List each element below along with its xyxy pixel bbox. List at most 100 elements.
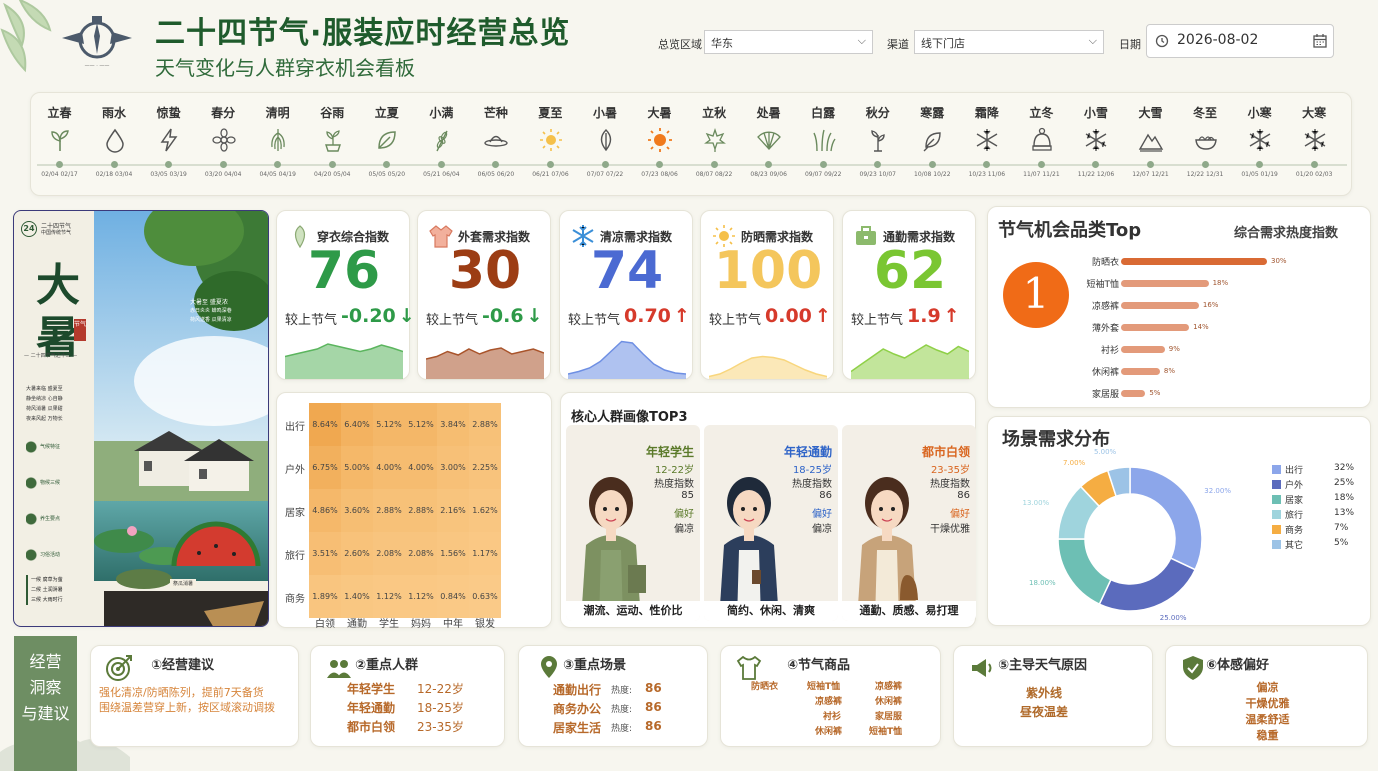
persona-card-1[interactable]: 年轻通勤 18-25岁 热度指数 86 偏好 偏凉 简约、休闲、清爽	[704, 425, 838, 621]
timeline-dot	[928, 161, 936, 168]
solar-term-20[interactable]: 大雪 12/07 12/21	[1124, 93, 1177, 197]
index-card-4[interactable]: 通勤需求指数 62 较上节气 1.9 ↑	[842, 210, 976, 380]
persona-card-2[interactable]: 都市白领 23-35岁 热度指数 86 偏好 干燥优雅 通勤、质感、易打理	[842, 425, 976, 621]
solar-term-14[interactable]: 白露 09/07 09/22	[797, 93, 850, 197]
arrow-down-icon: ↓	[398, 305, 415, 327]
donut-label: 5.00%	[1094, 448, 1117, 456]
solar-term-13[interactable]: 处暑 08/23 09/06	[742, 93, 795, 197]
persona-tags: 潮流、运动、性价比	[566, 601, 700, 621]
crowd-name: 年轻学生	[347, 682, 396, 696]
solar-term-19[interactable]: 小雪 11/22 12/06	[1069, 93, 1122, 197]
timeline-dot	[710, 161, 718, 168]
date-picker[interactable]: 2026-08-02	[1146, 24, 1334, 58]
poster-notes: 大暑来临 盛夏至 静坐纳凉 心自静 荷风消暑 瓜果甜 夜来风起 万物长	[26, 384, 88, 424]
raindrop-icon	[102, 127, 128, 153]
heatmap-row-label: 户外	[285, 465, 305, 476]
solar-term-21[interactable]: 冬至 12/22 12/31	[1179, 93, 1232, 197]
index-card-0[interactable]: 穿衣综合指数 76 较上节气 -0.20 ↓	[276, 210, 415, 380]
bar-6[interactable]	[1121, 390, 1146, 397]
bar-5[interactable]	[1121, 368, 1160, 375]
bar-1[interactable]	[1121, 280, 1209, 287]
poster-notes-line: 荷风消暑 瓜果甜	[26, 406, 63, 412]
term-name: 白露	[811, 106, 836, 120]
solar-term-6[interactable]: 立夏 05/05 05/20	[360, 93, 413, 197]
bar-category: 薄外套	[1091, 324, 1119, 334]
solar-term-11[interactable]: 大暑 07/23 08/06	[633, 93, 686, 197]
heatmap-row-label: 居家	[285, 508, 305, 519]
dumpling-bowl-icon	[1193, 127, 1219, 153]
persona-pref-value: 干燥优雅	[930, 524, 970, 535]
bar-3[interactable]	[1121, 324, 1190, 331]
index-value: 100	[713, 241, 823, 301]
solar-term-12[interactable]: 立秋 08/07 08/22	[688, 93, 741, 197]
bar-2[interactable]	[1121, 302, 1199, 309]
solar-term-2[interactable]: 惊蛰 03/05 03/19	[142, 93, 195, 197]
solar-term-22[interactable]: 小寒 01/05 01/19	[1233, 93, 1286, 197]
side-line-1: 经营	[29, 652, 62, 671]
legend-value: 25%	[1334, 478, 1355, 488]
legend-label: 旅行	[1285, 511, 1304, 521]
term-name: 立冬	[1029, 106, 1054, 120]
weather-line-2: 昼夜温差	[1020, 705, 1069, 719]
donut-slice-2[interactable]	[1057, 538, 1112, 606]
solar-term-3[interactable]: 春分 03/20 04/04	[197, 93, 250, 197]
region-select[interactable]: 华东 ⌵	[704, 30, 873, 54]
heatmap-cell: 6.40%	[341, 403, 373, 446]
solar-term-16[interactable]: 寒露 10/08 10/22	[906, 93, 959, 197]
solar-term-7[interactable]: 小满 05/21 06/04	[415, 93, 468, 197]
solar-term-5[interactable]: 谷雨 04/20 05/04	[306, 93, 359, 197]
legend-item: 旅行	[1272, 508, 1303, 521]
timeline-dot	[1037, 161, 1045, 168]
solar-term-17[interactable]: 霜降 10/23 11/06	[960, 93, 1013, 197]
solar-term-23[interactable]: 大寒 01/20 02/03	[1288, 93, 1341, 197]
snowflake-icon	[1083, 127, 1109, 153]
solar-term-10[interactable]: 小暑 07/07 07/22	[579, 93, 632, 197]
solar-term-15[interactable]: 秋分 09/23 10/07	[851, 93, 904, 197]
term-name: 芒种	[483, 106, 508, 120]
goods-item: 休闲裤	[815, 727, 843, 737]
crowd-name: 都市白领	[347, 720, 396, 734]
index-card-1[interactable]: 外套需求指数 30 较上节气 -0.6 ↓	[417, 210, 551, 380]
bar-0[interactable]	[1121, 258, 1267, 265]
index-card-3[interactable]: 防晒需求指数 100 较上节气 0.00 ↑	[700, 210, 834, 380]
solar-term-4[interactable]: 清明 04/05 04/19	[251, 93, 304, 197]
solar-term-1[interactable]: 雨水 02/18 03/04	[88, 93, 141, 197]
bar-4[interactable]	[1121, 346, 1165, 353]
persona-title: 核心人群画像TOP3	[571, 410, 688, 425]
compare-label: 较上节气	[851, 313, 904, 328]
feel-line: 偏凉	[1256, 681, 1279, 694]
term-dates: 10/23 11/06	[968, 171, 1006, 178]
channel-value: 线下门店	[921, 37, 965, 50]
poster-seal: 节气	[74, 319, 86, 341]
persona-pref-label: 偏好	[812, 509, 832, 520]
bar-value-label: 30%	[1271, 257, 1287, 265]
heatmap-cell: 0.63%	[469, 575, 501, 618]
bar-category: 家居服	[1091, 390, 1119, 400]
legend-item: 居家	[1272, 493, 1303, 506]
donut-slice-0[interactable]	[1129, 466, 1203, 571]
channel-select[interactable]: 线下门店 ⌵	[914, 30, 1104, 54]
solar-terms-strip: 立春 02/04 02/17 雨水 02/18 03/04 惊蛰 03/05 03/19 春…	[30, 92, 1352, 196]
arrow-up-icon: ↑	[943, 305, 960, 327]
advice-line-1: 强化清凉/防晒陈列，提前7天备货	[99, 686, 264, 699]
compare-label: 较上节气	[568, 313, 621, 328]
advice-line-2: 围绕温差营穿上新，按区域滚动调拨	[99, 701, 275, 714]
bar-value-label: 18%	[1212, 279, 1229, 287]
goods-item: 短袖T恤	[807, 682, 841, 692]
index-value: 74	[590, 241, 664, 301]
scene-donut-chart: 32.00% 25.00% 18.00% 13.00% 7.00% 5.00%	[1022, 448, 1231, 622]
persona-card-0[interactable]: 年轻学生 12-22岁 热度指数 85 偏好 偏凉 潮流、运动、性价比	[566, 425, 700, 621]
term-name: 夏至	[538, 106, 563, 120]
arrow-down-icon: ↓	[526, 305, 543, 327]
poster-desc-3: 荷风送香 瓜果清凉	[190, 317, 232, 323]
index-card-2[interactable]: 清凉需求指数 74 较上节气 0.70 ↑	[559, 210, 693, 380]
index-change: 0.70 ↑	[624, 305, 690, 327]
donut-slice-1[interactable]	[1098, 557, 1197, 612]
timeline-dot	[819, 161, 827, 168]
solar-term-0[interactable]: 立春 02/04 02/17	[33, 93, 86, 197]
compare-label: 较上节气	[709, 313, 762, 328]
leaf-outline-icon	[593, 127, 619, 153]
solar-term-8[interactable]: 芒种 06/05 06/20	[469, 93, 522, 197]
solar-term-18[interactable]: 立冬 11/07 11/21	[1015, 93, 1068, 197]
solar-term-9[interactable]: 夏至 06/21 07/06	[524, 93, 577, 197]
